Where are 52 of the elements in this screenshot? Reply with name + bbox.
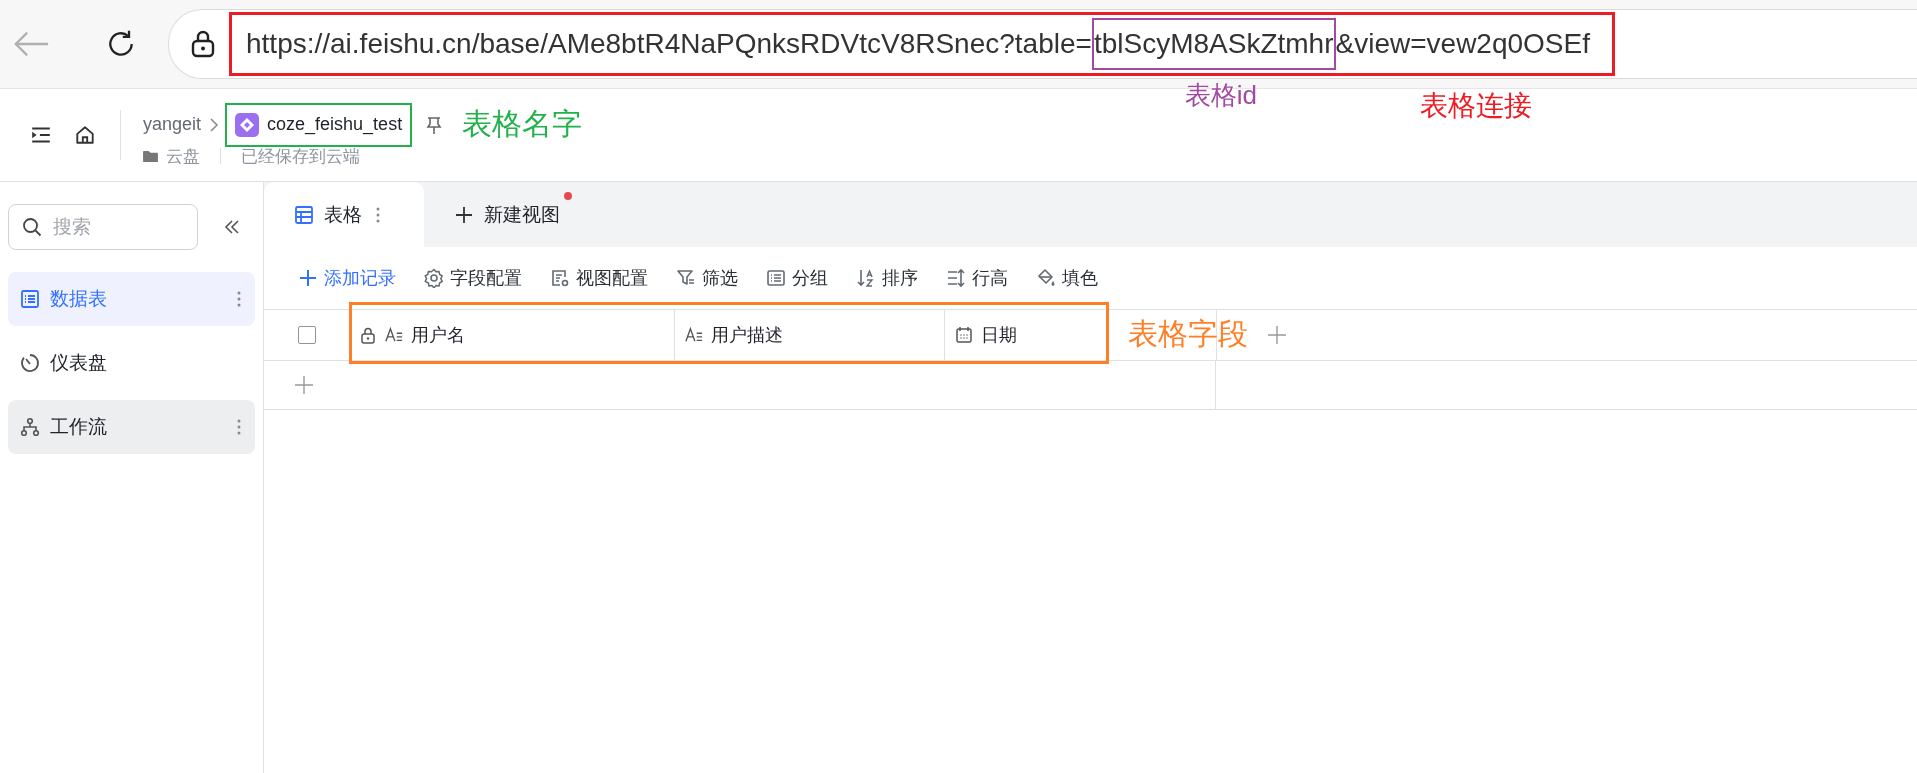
home-icon[interactable] <box>74 124 96 146</box>
sidebar-item[interactable]: 工作流 <box>8 400 255 454</box>
sidebar-toggle-icon[interactable] <box>30 124 52 146</box>
toolbar-button[interactable]: 添加记录 <box>298 266 396 290</box>
plus-icon[interactable] <box>1267 325 1287 345</box>
paint-bucket-icon <box>1036 268 1056 288</box>
sort-icon <box>856 268 876 288</box>
document-gear-icon <box>550 268 570 288</box>
toolbar-button[interactable]: 排序 <box>856 266 918 290</box>
toolbar-button[interactable]: 分组 <box>766 266 828 290</box>
text-field-icon <box>385 326 403 344</box>
search-field[interactable]: 搜索 <box>8 204 198 250</box>
search-icon <box>22 217 42 237</box>
url-text[interactable]: &view=vew2q0OSEf <box>1335 28 1590 60</box>
toolbar-button[interactable]: 视图配置 <box>550 266 648 290</box>
more-icon[interactable] <box>237 291 241 307</box>
plus-icon <box>298 268 318 288</box>
toolbar-button[interactable]: 填色 <box>1036 266 1098 290</box>
annotation-label: 表格字段 <box>1128 316 1248 352</box>
chevron-icon <box>209 116 220 133</box>
more-icon[interactable] <box>237 419 241 435</box>
checkbox[interactable] <box>297 326 316 344</box>
view-tab[interactable]: 新建视图 <box>424 182 586 247</box>
row-height-icon <box>946 268 966 288</box>
calendar-icon <box>955 326 973 344</box>
column-header[interactable]: 用户名 <box>349 310 675 360</box>
plus-icon <box>454 204 474 225</box>
save-status: 已经保存到云端 <box>241 145 360 168</box>
app-icon <box>235 112 260 137</box>
filter-icon <box>676 268 696 288</box>
folder-icon <box>143 149 158 163</box>
toolbar-button[interactable]: 行高 <box>946 266 1008 290</box>
toolbar-button[interactable]: 字段配置 <box>424 266 522 290</box>
column-header[interactable]: 用户描述 <box>675 310 945 360</box>
gear-icon <box>424 268 444 288</box>
table-icon <box>294 204 314 225</box>
lock-icon[interactable] <box>191 30 215 58</box>
sidebar-item[interactable]: 数据表 <box>8 272 255 326</box>
sidebar-item[interactable]: 仪表盘 <box>8 336 255 390</box>
hierarchy-icon <box>20 417 40 437</box>
view-tab[interactable]: 表格 <box>264 182 424 247</box>
annotation-label: 表格连接 <box>1420 89 1532 123</box>
table-icon <box>20 289 40 309</box>
url-text[interactable]: https://ai.feishu.cn/base/AMe8btR4NaPQnksRDVtcV8RSnec?table= <box>246 28 1092 60</box>
text-field-icon <box>685 326 703 344</box>
gauge-icon <box>20 353 40 373</box>
more-icon[interactable] <box>376 206 380 223</box>
column-header[interactable]: 日期 <box>945 310 1109 360</box>
annotation-label: 表格id <box>1184 79 1258 112</box>
list-icon <box>766 268 786 288</box>
toolbar-button[interactable]: 筛选 <box>676 266 738 290</box>
plus-icon[interactable] <box>294 375 314 395</box>
